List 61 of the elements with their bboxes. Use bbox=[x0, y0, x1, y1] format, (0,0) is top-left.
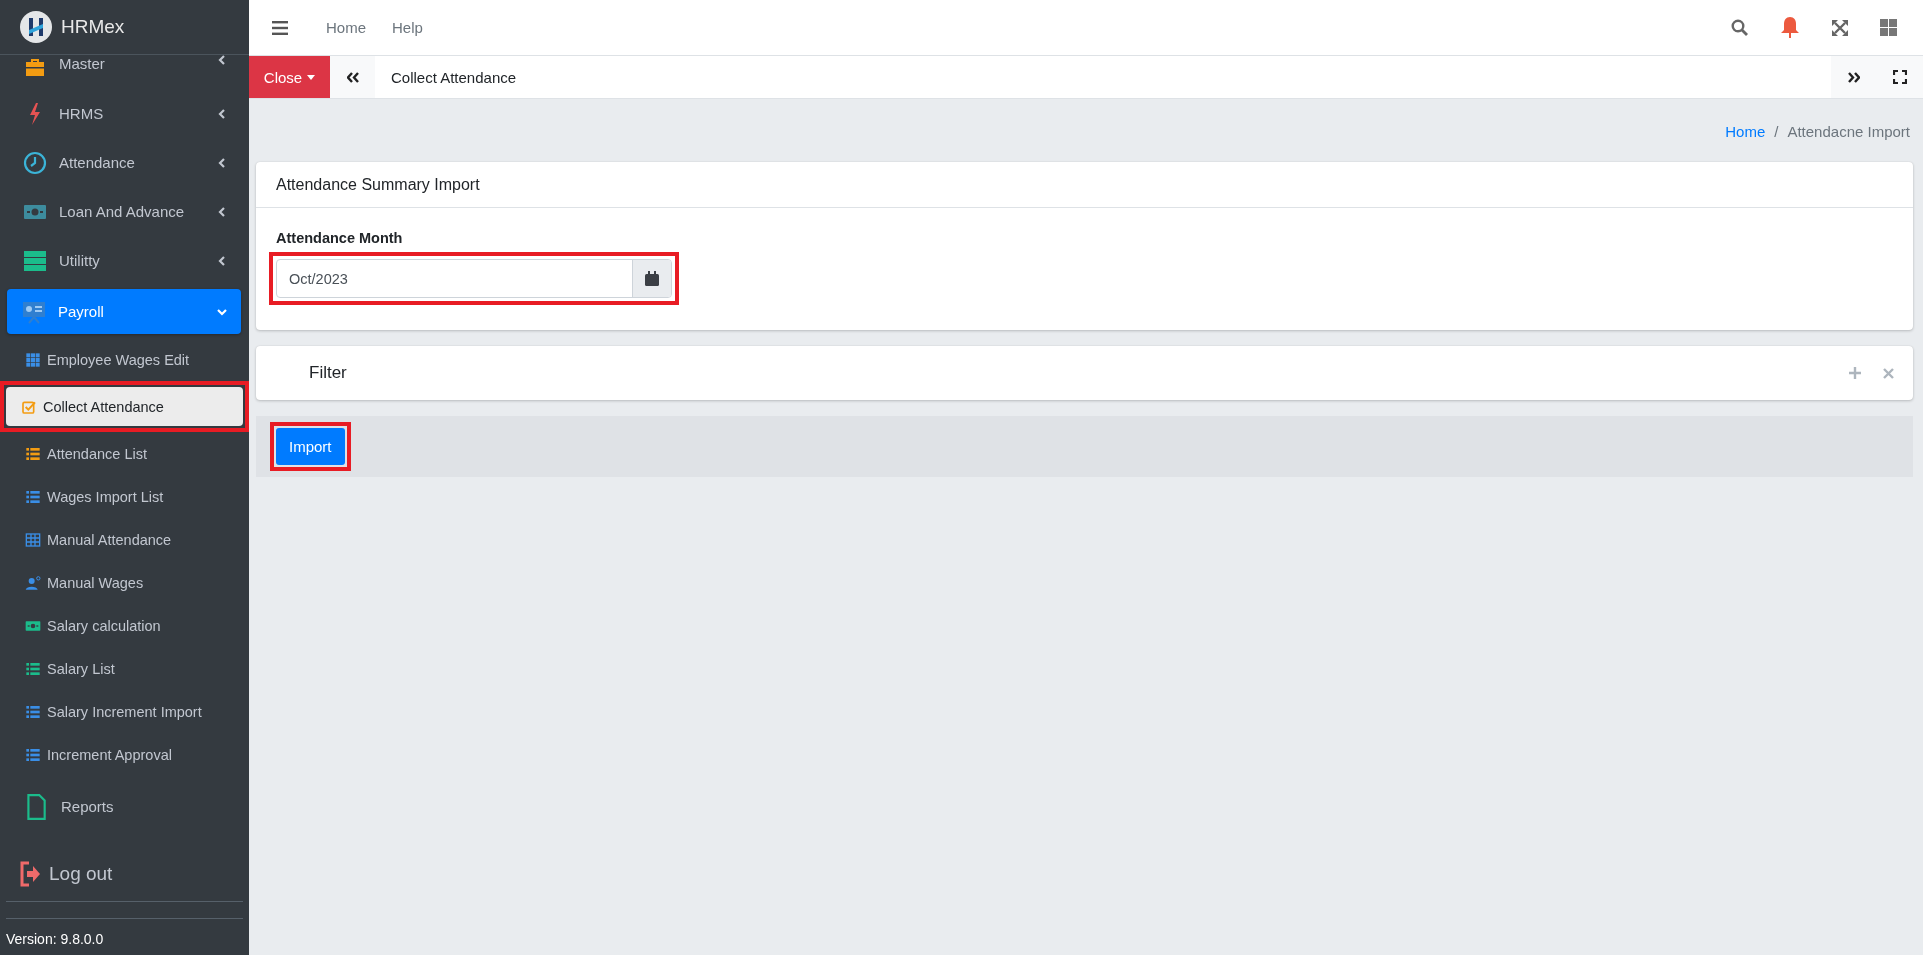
expand-arrows-icon[interactable] bbox=[1832, 19, 1848, 36]
nav-link[interactable]: Help bbox=[392, 19, 423, 36]
list-icon bbox=[25, 445, 41, 462]
brand-name: HRMex bbox=[61, 16, 125, 38]
card-title: Attendance Summary Import bbox=[276, 175, 480, 194]
import-button[interactable]: Import bbox=[276, 428, 345, 465]
chevron-left-icon bbox=[217, 255, 227, 266]
submenu-item[interactable]: Manual Attendance bbox=[6, 518, 243, 561]
breadcrumb-current: Attendacne Import bbox=[1787, 123, 1910, 140]
chevron-down-icon bbox=[217, 306, 227, 317]
chevron-left-icon bbox=[217, 108, 227, 119]
clock-icon bbox=[23, 150, 47, 175]
submenu-item[interactable]: Employee Wages Edit bbox=[6, 338, 243, 381]
grid-icon bbox=[25, 351, 41, 368]
calendar-button[interactable] bbox=[632, 260, 671, 297]
submenu-item[interactable]: Salary Increment Import bbox=[6, 690, 243, 733]
submenu-item[interactable]: Salary calculation bbox=[6, 604, 243, 647]
submenu-item[interactable]: Increment Approval bbox=[6, 733, 243, 776]
logout-icon bbox=[19, 861, 41, 887]
breadcrumb-link[interactable]: Home bbox=[1725, 123, 1766, 140]
nav-link[interactable]: Home bbox=[326, 19, 366, 36]
list-icon bbox=[25, 660, 41, 677]
search-icon[interactable] bbox=[1731, 19, 1748, 36]
menu-item[interactable]: Utilitty bbox=[8, 236, 241, 285]
logout-link[interactable]: Log out bbox=[0, 861, 249, 887]
menu-item[interactable]: Reports bbox=[8, 782, 241, 831]
submenu-item[interactable]: Manual Wages bbox=[6, 561, 243, 604]
submenu-item[interactable]: Collect Attendance bbox=[6, 387, 243, 426]
list-icon bbox=[25, 488, 41, 505]
user-icon bbox=[25, 574, 41, 591]
chevron-left-icon bbox=[217, 55, 227, 65]
submenu-item[interactable]: Salary List bbox=[6, 647, 243, 690]
double-chevron-right-icon[interactable] bbox=[1847, 71, 1860, 83]
close-dropdown-button[interactable]: Close bbox=[249, 56, 330, 98]
chevron-left-icon bbox=[217, 157, 227, 168]
logo-icon bbox=[19, 10, 53, 44]
filter-title: Filter bbox=[309, 363, 347, 383]
caret-icon bbox=[307, 74, 316, 80]
server-rack-icon bbox=[23, 248, 47, 273]
menu-item[interactable]: Loan And Advance bbox=[8, 187, 241, 236]
scroll-left-button[interactable] bbox=[330, 56, 375, 98]
breadcrumb-separator: / bbox=[1774, 123, 1779, 140]
menu-item[interactable]: HRMS bbox=[8, 89, 241, 138]
list-icon bbox=[25, 703, 41, 720]
double-chevron-left-icon bbox=[346, 71, 359, 83]
menu-icon[interactable] bbox=[272, 20, 288, 35]
menu-item[interactable]: Payroll bbox=[7, 289, 241, 334]
presentation-board-icon bbox=[22, 299, 46, 324]
menu-item[interactable]: Master bbox=[8, 55, 241, 89]
field-label: Attendance Month bbox=[276, 230, 404, 246]
grid-icon[interactable] bbox=[1880, 19, 1897, 36]
bell-icon[interactable] bbox=[1780, 16, 1800, 39]
list-icon bbox=[25, 746, 41, 763]
version-label: Version: 9.8.0.0 bbox=[5, 931, 105, 947]
calendar-icon bbox=[645, 271, 659, 286]
submenu-item[interactable]: Wages Import List bbox=[6, 475, 243, 518]
fullscreen-icon[interactable] bbox=[1892, 70, 1907, 84]
submenu-item[interactable]: Attendance List bbox=[6, 432, 243, 475]
chevron-left-icon bbox=[217, 206, 227, 217]
table-icon bbox=[25, 531, 41, 548]
menu-item[interactable]: Attendance bbox=[8, 138, 241, 187]
